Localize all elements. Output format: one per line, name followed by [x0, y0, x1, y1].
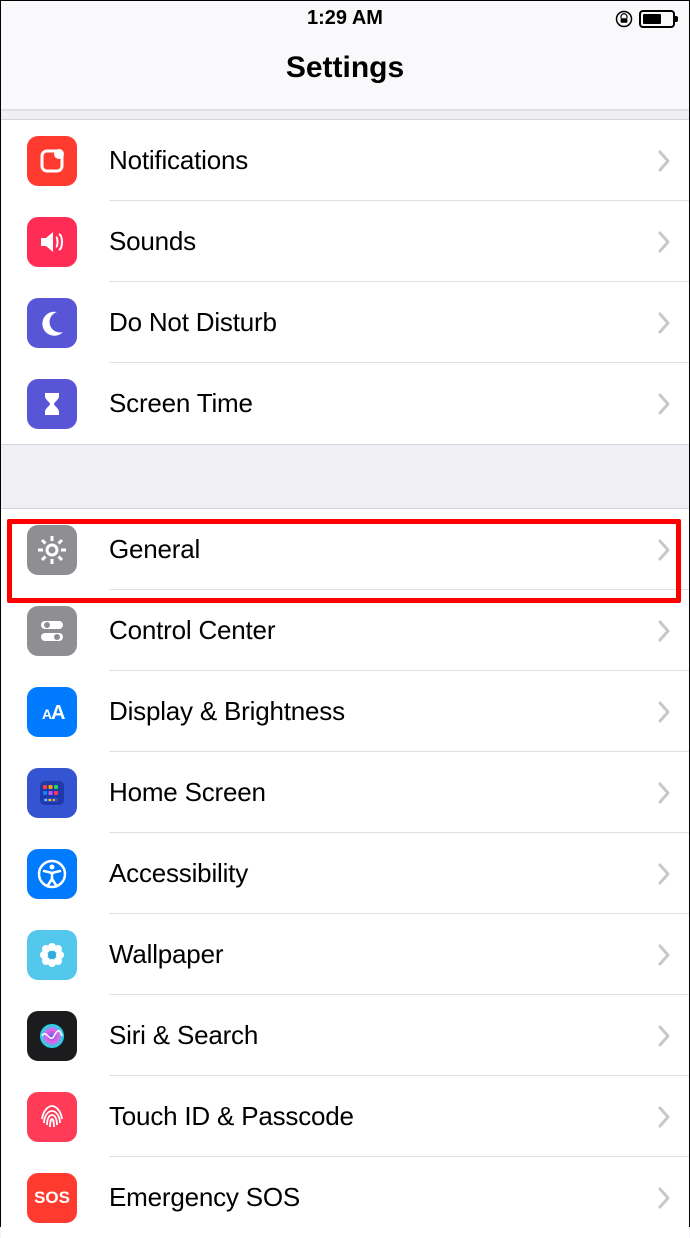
status-bar: 1:29 AM	[1, 1, 689, 36]
group-separator	[1, 110, 689, 120]
row-touchid[interactable]: Touch ID & Passcode	[1, 1076, 689, 1157]
chevron-right-icon	[657, 230, 671, 254]
page-title: Settings	[1, 51, 689, 85]
chevron-right-icon	[657, 781, 671, 805]
row-screen-time[interactable]: Screen Time	[1, 363, 689, 444]
row-label: General	[109, 534, 657, 565]
row-label: Wallpaper	[109, 939, 657, 970]
chevron-right-icon	[657, 619, 671, 643]
chevron-right-icon	[657, 392, 671, 416]
row-sos[interactable]: SOS Emergency SOS	[1, 1157, 689, 1238]
battery-icon	[639, 10, 675, 28]
fingerprint-icon	[27, 1092, 77, 1142]
row-wallpaper[interactable]: Wallpaper	[1, 914, 689, 995]
switches-icon	[27, 606, 77, 656]
chevron-right-icon	[657, 700, 671, 724]
siri-icon	[27, 1011, 77, 1061]
row-label: Emergency SOS	[109, 1182, 657, 1213]
row-notifications[interactable]: Notifications	[1, 120, 689, 201]
row-accessibility[interactable]: Accessibility	[1, 833, 689, 914]
row-control-center[interactable]: Control Center	[1, 590, 689, 671]
chevron-right-icon	[657, 1024, 671, 1048]
sounds-icon	[27, 217, 77, 267]
accessibility-icon	[27, 849, 77, 899]
row-label: Accessibility	[109, 858, 657, 889]
row-label: Home Screen	[109, 777, 657, 808]
moon-icon	[27, 298, 77, 348]
status-time: 1:29 AM	[307, 7, 383, 30]
chevron-right-icon	[657, 538, 671, 562]
row-label: Do Not Disturb	[109, 307, 657, 338]
row-do-not-disturb[interactable]: Do Not Disturb	[1, 282, 689, 363]
chevron-right-icon	[657, 149, 671, 173]
settings-group-1: General Control Center AA Display & Brig…	[1, 509, 689, 1238]
flower-icon	[27, 930, 77, 980]
gear-icon	[27, 525, 77, 575]
notifications-icon	[27, 136, 77, 186]
chevron-right-icon	[657, 311, 671, 335]
chevron-right-icon	[657, 862, 671, 886]
row-label: Sounds	[109, 226, 657, 257]
row-siri[interactable]: Siri & Search	[1, 995, 689, 1076]
row-label: Notifications	[109, 145, 657, 176]
sos-icon: SOS	[27, 1173, 77, 1223]
row-display[interactable]: AA Display & Brightness	[1, 671, 689, 752]
row-general[interactable]: General	[1, 509, 689, 590]
group-separator	[1, 444, 689, 509]
chevron-right-icon	[657, 1186, 671, 1210]
textsize-icon: AA	[27, 687, 77, 737]
row-label: Siri & Search	[109, 1020, 657, 1051]
row-home-screen[interactable]: Home Screen	[1, 752, 689, 833]
row-label: Touch ID & Passcode	[109, 1101, 657, 1132]
status-right	[615, 10, 675, 28]
hourglass-icon	[27, 379, 77, 429]
row-label: Screen Time	[109, 388, 657, 419]
svg-text:A: A	[51, 702, 65, 724]
row-label: Control Center	[109, 615, 657, 646]
row-label: Display & Brightness	[109, 696, 657, 727]
apps-icon	[27, 768, 77, 818]
chevron-right-icon	[657, 1105, 671, 1129]
settings-group-0: Notifications Sounds Do Not Disturb Scre…	[1, 120, 689, 444]
chevron-right-icon	[657, 943, 671, 967]
rotation-lock-icon	[615, 10, 633, 28]
row-sounds[interactable]: Sounds	[1, 201, 689, 282]
nav-header: Settings	[1, 36, 689, 110]
